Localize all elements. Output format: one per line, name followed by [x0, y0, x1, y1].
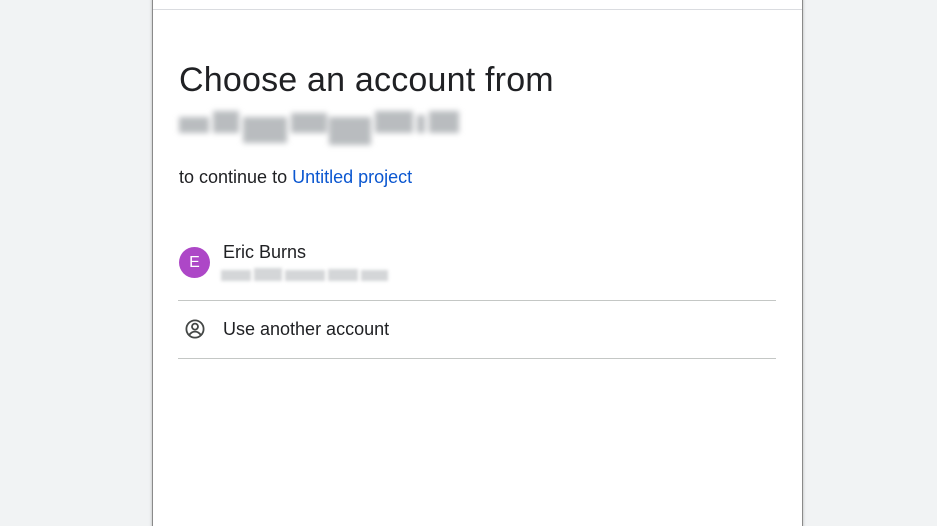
- dialog-heading: Choose an account from: [179, 61, 554, 99]
- account-item[interactable]: E Eric Burns: [178, 234, 776, 300]
- top-divider: [153, 9, 802, 10]
- redacted-email: [221, 268, 388, 283]
- account-chooser-dialog: Choose an account from to continue to Un…: [152, 0, 803, 526]
- page: Choose an account from to continue to Un…: [0, 0, 937, 526]
- account-name: Eric Burns: [223, 242, 307, 262]
- divider: [178, 358, 776, 359]
- subtitle-text: to continue to: [179, 167, 293, 187]
- redacted-domain: [179, 109, 459, 145]
- avatar: E: [179, 247, 210, 278]
- use-another-account-label: Use another account: [223, 319, 390, 339]
- use-another-account-button[interactable]: Use another account: [178, 301, 776, 358]
- subtitle: to continue to Untitled project: [179, 166, 412, 188]
- account-circle-icon: [184, 318, 206, 340]
- project-link[interactable]: Untitled project: [292, 167, 412, 187]
